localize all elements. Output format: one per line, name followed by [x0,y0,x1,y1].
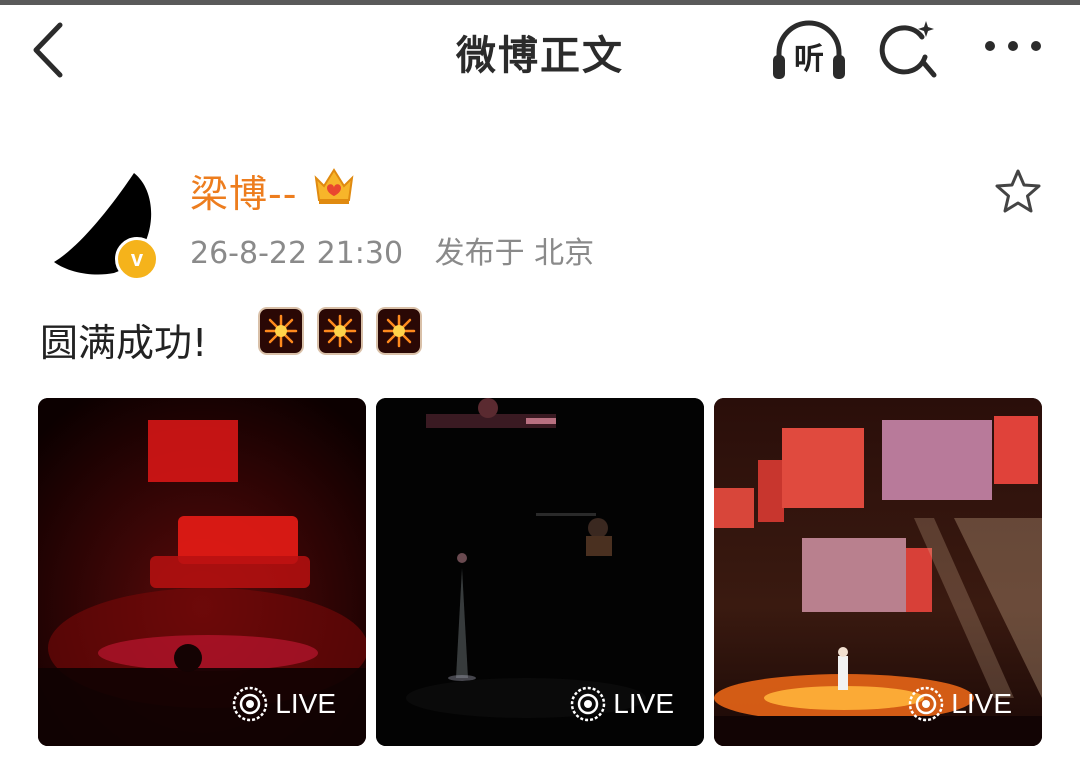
star-icon [995,169,1041,213]
live-icon [909,686,944,722]
live-photo-1[interactable]: LIVE [38,398,366,746]
chevron-left-icon [33,22,63,78]
post-meta: 26-8-22 21:30 发布于 北京 [190,228,594,272]
more-dots-icon [985,41,1041,51]
live-label: LIVE [951,688,1012,719]
live-badge: LIVE [569,684,674,724]
firework-icon [317,307,363,355]
post-timestamp: 26-8-22 21:30 [190,236,404,271]
live-badge: LIVE [907,684,1012,724]
live-icon [233,686,268,722]
live-photo-2[interactable]: LIVE [376,398,704,746]
search-icon [879,21,937,78]
more-options-button[interactable] [980,29,1046,63]
live-photo-3[interactable]: LIVE [714,398,1042,746]
listen-label: 听 [794,42,824,77]
post-location: 发布于 北京 [434,236,595,271]
crown-icon [312,164,356,208]
live-icon [571,686,606,722]
live-label: LIVE [613,688,674,719]
listen-button[interactable]: 听 [770,17,848,83]
verified-badge: v [115,237,159,281]
live-badge: LIVE [231,684,336,724]
firework-icon [258,307,304,355]
post-text: 圆满成功! [40,321,208,365]
back-button[interactable] [26,19,70,81]
firework-icon [376,307,422,355]
author-name[interactable]: 梁博-- [190,163,297,218]
search-button[interactable] [878,15,942,85]
nav-bar: 微博正文 听 [0,5,1080,95]
live-label: LIVE [275,688,336,719]
favorite-button[interactable] [994,168,1042,216]
